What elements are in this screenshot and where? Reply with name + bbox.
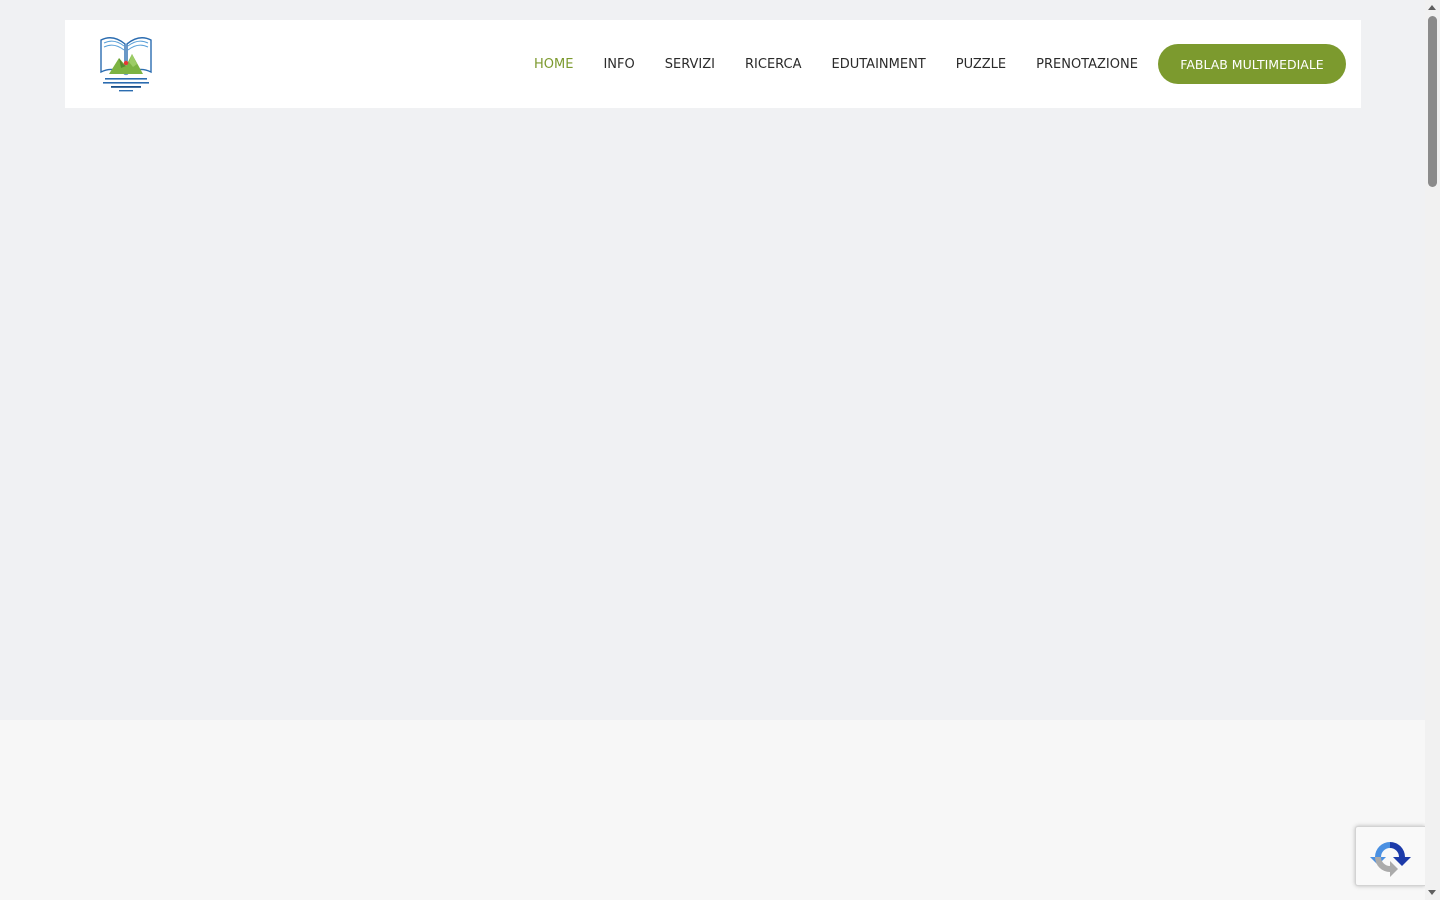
recaptcha-icon [1370,842,1411,877]
nav-item-servizi[interactable]: SERVIZI [665,57,715,72]
nav-item-home[interactable]: HOME [534,57,573,72]
nav-item-puzzle[interactable]: PUZZLE [956,57,1006,72]
nav-item-prenotazione[interactable]: PRENOTAZIONE [1036,57,1138,72]
scroll-up-icon[interactable] [1428,5,1436,10]
nav-item-info[interactable]: INFO [603,57,634,72]
fablab-multimediale-button[interactable]: FABLAB MULTIMEDIALE [1158,44,1346,84]
hero-area [0,108,1425,720]
nav-item-edutainment[interactable]: EDUTAINMENT [832,57,926,72]
site-logo[interactable] [97,34,155,96]
main-nav: HOME INFO SERVIZI RICERCA EDUTAINMENT PU… [534,20,1138,108]
scrollbar-thumb[interactable] [1428,16,1437,187]
page: HOME INFO SERVIZI RICERCA EDUTAINMENT PU… [0,0,1425,900]
vertical-scrollbar[interactable] [1425,0,1440,900]
site-header: HOME INFO SERVIZI RICERCA EDUTAINMENT PU… [65,20,1361,108]
nav-item-ricerca[interactable]: RICERCA [745,57,802,72]
content-area [0,720,1425,900]
scroll-down-icon[interactable] [1428,890,1436,895]
book-mountain-logo-icon [100,37,152,92]
recaptcha-badge[interactable] [1355,826,1425,886]
